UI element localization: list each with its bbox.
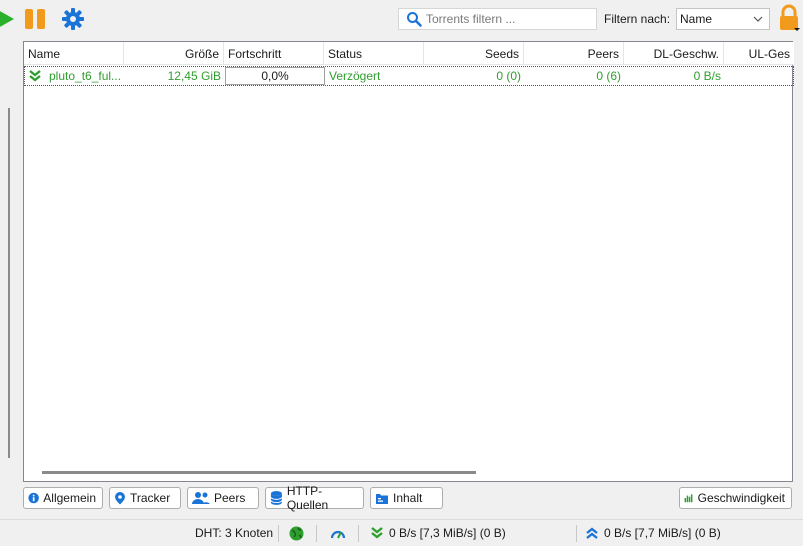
upload-speed-status[interactable]: 0 B/s [7,7 MiB/s] (0 B) [585,526,721,540]
status-bar: DHT: 3 Knoten 0 B/s [7,3 MiB/s] (0 B) 0 … [0,519,803,546]
status-separator [278,525,279,542]
tab-peers-label: Peers [214,491,246,505]
horizontal-scrollbar[interactable] [42,471,476,474]
cell-status: Verzögert [329,69,381,83]
tab-http-sources[interactable]: HTTP-Quellen [265,484,364,512]
cell-size: 12,45 GiB [167,69,221,83]
download-state-icon [29,70,41,82]
status-separator [576,525,577,542]
side-panel-strip [0,38,22,518]
download-arrow-icon [371,527,383,539]
lock-button[interactable] [776,4,802,31]
play-icon [0,11,14,27]
lock-icon [780,4,800,31]
status-separator [316,525,317,542]
filter-select-value: Name [680,12,713,26]
cell-ul-speed [725,67,793,85]
tab-content-label: Inhalt [393,491,423,505]
column-header-peers[interactable]: Peers [524,42,624,65]
side-splitter[interactable] [8,108,10,458]
tab-general-label: Allgemein [43,491,96,505]
chevron-down-icon [753,16,763,22]
tab-tracker[interactable]: Tracker [109,487,181,509]
database-icon [270,491,283,505]
search-box[interactable] [398,8,597,30]
resume-button[interactable] [0,6,18,32]
filter-label: Filtern nach: [604,12,671,26]
toolbar: Filtern nach: Name [0,0,803,38]
column-header-progress[interactable]: Fortschritt [224,42,324,65]
bar-chart-icon [684,494,693,503]
search-icon [407,12,422,27]
column-header-seeds[interactable]: Seeds [424,42,524,65]
table-header: Name Größe Fortschritt Status Seeds Peer… [24,42,794,65]
download-speed-status[interactable]: 0 B/s [7,3 MiB/s] (0 B) [370,526,506,540]
column-header-name[interactable]: Name [24,42,124,65]
cell-dl-speed: 0 B/s [693,69,721,83]
upload-arrow-icon [586,527,598,539]
globe-icon [289,526,304,541]
cell-peers: 0 (6) [596,69,621,83]
tab-http-sources-label: HTTP-Quellen [286,484,329,512]
cell-name: pluto_t6_ful... [49,69,122,83]
pause-icon [25,9,45,29]
folder-files-icon [376,494,388,504]
speed-limit-toggle[interactable] [330,526,346,541]
tab-content[interactable]: Inhalt [370,487,443,509]
dht-status: DHT: 3 Knoten [195,526,274,540]
speedometer-icon [330,530,346,539]
torrent-table: Name Größe Fortschritt Status Seeds Peer… [23,41,794,482]
upload-speed-text: 0 B/s [7,7 MiB/s] (0 B) [604,526,721,540]
column-header-ul-speed[interactable]: UL-Ges [724,42,794,65]
location-pin-icon [115,492,125,505]
cell-seeds: 0 (0) [496,69,521,83]
gear-icon [62,8,84,30]
filter-select[interactable]: Name [676,8,770,30]
column-header-dl-speed[interactable]: DL-Geschw. [624,42,724,65]
tab-peers[interactable]: Peers [187,487,259,509]
users-icon [192,492,210,504]
properties-tabbar: Allgemein Tracker Peers HTTP-Quellen Inh… [23,484,793,512]
table-row[interactable]: pluto_t6_ful... 12,45 GiB 0,0% Verzögert… [24,66,794,86]
tab-tracker-label: Tracker [130,491,171,505]
tab-speed[interactable]: Geschwindigkeit [679,487,792,509]
tab-speed-label: Geschwindigkeit [697,491,785,505]
pause-button[interactable] [22,6,48,32]
info-icon [28,492,39,504]
column-header-size[interactable]: Größe [124,42,224,65]
column-header-status[interactable]: Status [324,42,424,65]
status-separator [358,525,359,542]
connection-status[interactable] [289,526,304,541]
tab-general[interactable]: Allgemein [23,487,103,509]
search-input[interactable] [426,12,586,26]
download-speed-text: 0 B/s [7,3 MiB/s] (0 B) [389,526,506,540]
cell-progress: 0,0% [225,67,325,85]
settings-button[interactable] [60,6,86,32]
